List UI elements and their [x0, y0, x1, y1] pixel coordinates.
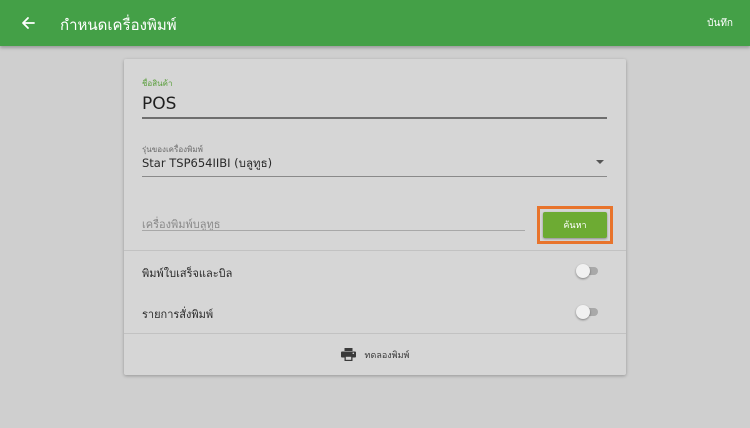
product-name-label: ชื่อสินค้า — [142, 79, 173, 88]
printer-model-underline — [142, 176, 607, 177]
save-button[interactable]: บันทึก — [707, 16, 733, 31]
printer-settings-card: ชื่อสินค้า POS รุ่นของเครื่องพิมพ์ Star … — [124, 59, 626, 375]
order-print-switch[interactable] — [576, 305, 600, 319]
divider — [124, 250, 626, 251]
chevron-down-icon[interactable] — [596, 160, 604, 164]
print-receipt-label: พิมพ์ใบเสร็จและบิล — [142, 267, 233, 280]
product-name-input[interactable]: POS — [142, 94, 176, 114]
test-print-button[interactable]: ทดลองพิมพ์ — [124, 334, 626, 375]
printer-icon — [340, 348, 356, 361]
product-name-underline — [142, 117, 607, 119]
printer-model-select[interactable]: Star TSP654IIBI (บลูทูธ) — [142, 155, 272, 173]
print-receipt-switch[interactable] — [576, 264, 600, 278]
page-title: กำหนดเครื่องพิมพ์ — [60, 16, 177, 34]
switch-thumb — [576, 305, 590, 319]
bluetooth-printer-underline — [142, 230, 525, 231]
order-print-label: รายการสั่งพิมพ์ — [142, 308, 214, 321]
switch-thumb — [576, 264, 590, 278]
back-button[interactable] — [16, 11, 40, 35]
search-button[interactable]: ค้นหา — [543, 212, 607, 238]
arrow-left-icon — [22, 17, 35, 29]
test-print-label: ทดลองพิมพ์ — [364, 350, 410, 361]
app-bar: กำหนดเครื่องพิมพ์ บันทึก — [0, 0, 750, 46]
search-button-highlight: ค้นหา — [537, 206, 613, 244]
